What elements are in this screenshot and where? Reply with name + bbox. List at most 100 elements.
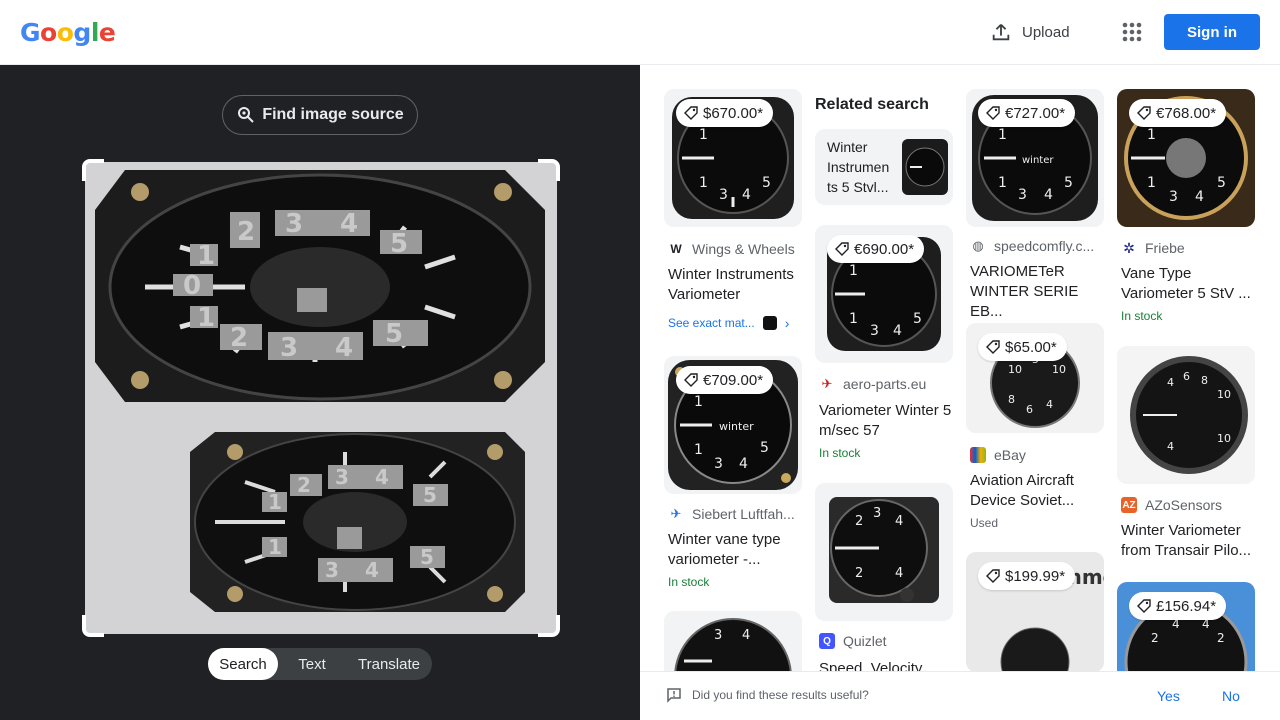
result-title[interactable]: Aviation Aircraft Device Soviet... bbox=[970, 471, 1105, 511]
svg-text:4: 4 bbox=[1167, 376, 1174, 389]
svg-text:5: 5 bbox=[913, 311, 922, 327]
svg-text:1: 1 bbox=[268, 490, 282, 514]
result-title[interactable]: Winter Instruments Variometer bbox=[668, 265, 803, 305]
see-exact-matches-link[interactable]: See exact mat... › bbox=[668, 315, 789, 331]
upload-button[interactable]: Upload bbox=[990, 18, 1070, 46]
svg-text:1: 1 bbox=[694, 394, 703, 410]
price-text: €768.00* bbox=[1156, 104, 1217, 122]
result-source[interactable]: eBay bbox=[970, 447, 1026, 463]
result-thumbnail[interactable]: mme $199.99* bbox=[966, 552, 1104, 672]
exact-match-label: See exact mat... bbox=[668, 316, 755, 330]
price-badge: $670.00* bbox=[676, 99, 774, 127]
price-badge: €768.00* bbox=[1129, 99, 1227, 127]
price-badge: $199.99* bbox=[978, 562, 1076, 590]
price-tag-icon bbox=[684, 373, 698, 387]
result-source[interactable]: W Wings & Wheels bbox=[668, 241, 795, 257]
svg-text:5: 5 bbox=[760, 440, 769, 456]
svg-text:10: 10 bbox=[1008, 363, 1022, 376]
svg-text:5: 5 bbox=[762, 175, 771, 191]
result-source[interactable]: ◍ speedcomfly.c... bbox=[970, 238, 1094, 254]
azosensors-favicon: AZ bbox=[1121, 497, 1137, 513]
svg-text:0: 0 bbox=[183, 271, 201, 301]
query-image-crop[interactable]: 2 34 5 1 0 1 2 34 5 2 34 5 1 1 5 3 4 bbox=[82, 159, 560, 637]
sign-in-button[interactable]: Sign in bbox=[1164, 14, 1260, 50]
result-thumbnail[interactable]: 23424 bbox=[815, 483, 953, 621]
price-text: $65.00* bbox=[1005, 338, 1057, 356]
price-badge: €690.00* bbox=[827, 235, 925, 263]
google-logo[interactable]: Google bbox=[20, 18, 116, 47]
logo-letter: g bbox=[73, 18, 91, 47]
svg-text:2: 2 bbox=[855, 566, 863, 581]
result-title[interactable]: Winter vane type variometer -... bbox=[668, 530, 803, 570]
svg-text:2: 2 bbox=[855, 514, 863, 529]
svg-text:3: 3 bbox=[280, 333, 298, 363]
plane-favicon: ✈ bbox=[668, 506, 684, 522]
price-tag-icon bbox=[1137, 599, 1151, 613]
logo-letter: o bbox=[56, 18, 74, 47]
source-name: Wings & Wheels bbox=[692, 241, 795, 257]
result-source[interactable]: Q Quizlet bbox=[819, 633, 887, 649]
result-title[interactable]: VARIOMETeR WINTER SERIE EB... bbox=[970, 262, 1105, 322]
apps-grid-icon[interactable] bbox=[1118, 18, 1146, 46]
source-name: aero-parts.eu bbox=[843, 376, 927, 392]
plane-favicon: ✈ bbox=[819, 376, 835, 392]
svg-text:3: 3 bbox=[285, 209, 303, 239]
find-image-source-button[interactable]: Find image source bbox=[222, 95, 418, 135]
svg-text:8: 8 bbox=[1008, 393, 1015, 406]
wings-wheels-favicon: W bbox=[668, 241, 684, 257]
feedback-question-text: Did you find these results useful? bbox=[692, 688, 869, 702]
visual-matches-panel: 11345 $670.00* W Wings & Wheels Winter In… bbox=[640, 65, 1280, 720]
crop-handle-bottom-left[interactable] bbox=[82, 615, 104, 637]
svg-text:4: 4 bbox=[742, 628, 750, 643]
svg-text:5: 5 bbox=[423, 483, 437, 507]
find-image-source-label: Find image source bbox=[262, 106, 404, 123]
crop-handle-bottom-right[interactable] bbox=[538, 615, 560, 637]
feedback-yes-button[interactable]: Yes bbox=[1157, 688, 1180, 704]
crop-handle-top-right[interactable] bbox=[538, 159, 560, 181]
result-thumbnail[interactable]: winter 1 1 3 4 5 €709.00* bbox=[664, 356, 802, 494]
result-source[interactable]: AZ AZoSensors bbox=[1121, 497, 1222, 513]
result-source[interactable]: ✈ Siebert Luftfah... bbox=[668, 506, 795, 522]
price-badge: $65.00* bbox=[978, 333, 1067, 361]
related-search-text: Winter Instrumen ts 5 Stvl... bbox=[827, 139, 890, 195]
result-thumbnail[interactable]: 4 6 8 10 10 4 bbox=[1117, 346, 1255, 484]
related-thumbnail bbox=[902, 139, 948, 195]
result-thumbnail[interactable]: 11345 $670.00* bbox=[664, 89, 802, 227]
price-tag-icon bbox=[835, 242, 849, 256]
lens-search-icon bbox=[238, 107, 255, 123]
svg-text:3: 3 bbox=[719, 187, 728, 203]
result-thumbnail[interactable]: 1 1 3 4 5 winter €727.00* bbox=[966, 89, 1104, 227]
result-source[interactable]: ✈ aero-parts.eu bbox=[819, 376, 926, 392]
feedback-bar: Did you find these results useful? Yes N… bbox=[640, 671, 1280, 720]
price-tag-icon bbox=[986, 340, 1000, 354]
related-search-card[interactable]: Winter Instrumen ts 5 Stvl... bbox=[815, 129, 953, 205]
svg-text:3: 3 bbox=[873, 506, 881, 521]
svg-text:4: 4 bbox=[1046, 398, 1053, 411]
svg-text:1: 1 bbox=[694, 442, 703, 458]
price-badge: £156.94* bbox=[1129, 592, 1227, 620]
svg-text:5: 5 bbox=[385, 319, 403, 349]
svg-text:4: 4 bbox=[742, 187, 751, 203]
result-thumbnail[interactable]: 11345 €690.00* bbox=[815, 225, 953, 363]
svg-text:3: 3 bbox=[870, 323, 879, 339]
result-title[interactable]: Variometer Winter 5 m/sec 57 bbox=[819, 401, 954, 441]
crop-handle-top-left[interactable] bbox=[82, 159, 104, 181]
result-title[interactable]: Winter Variometer from Transair Pilo... bbox=[1121, 521, 1256, 561]
tab-translate[interactable]: Translate bbox=[346, 648, 432, 680]
result-thumbnail[interactable]: 10510864 $65.00* bbox=[966, 323, 1104, 433]
result-thumbnail[interactable]: 2442 £156.94* bbox=[1117, 582, 1255, 682]
tab-text[interactable]: Text bbox=[278, 648, 346, 680]
svg-text:6: 6 bbox=[1183, 370, 1190, 383]
svg-text:winter: winter bbox=[719, 420, 754, 433]
result-thumbnail[interactable]: 11345 €768.00* bbox=[1117, 89, 1255, 227]
source-name: Siebert Luftfah... bbox=[692, 506, 795, 522]
svg-text:4: 4 bbox=[895, 566, 903, 581]
price-badge: €709.00* bbox=[676, 366, 774, 394]
tab-search[interactable]: Search bbox=[208, 648, 278, 680]
result-title[interactable]: Vane Type Variometer 5 StV ... bbox=[1121, 264, 1256, 304]
svg-text:1: 1 bbox=[1147, 127, 1156, 143]
svg-text:3: 3 bbox=[335, 465, 349, 489]
result-source[interactable]: ✲ Friebe bbox=[1121, 240, 1185, 256]
feedback-no-button[interactable]: No bbox=[1222, 688, 1240, 704]
svg-text:3: 3 bbox=[1169, 189, 1178, 205]
